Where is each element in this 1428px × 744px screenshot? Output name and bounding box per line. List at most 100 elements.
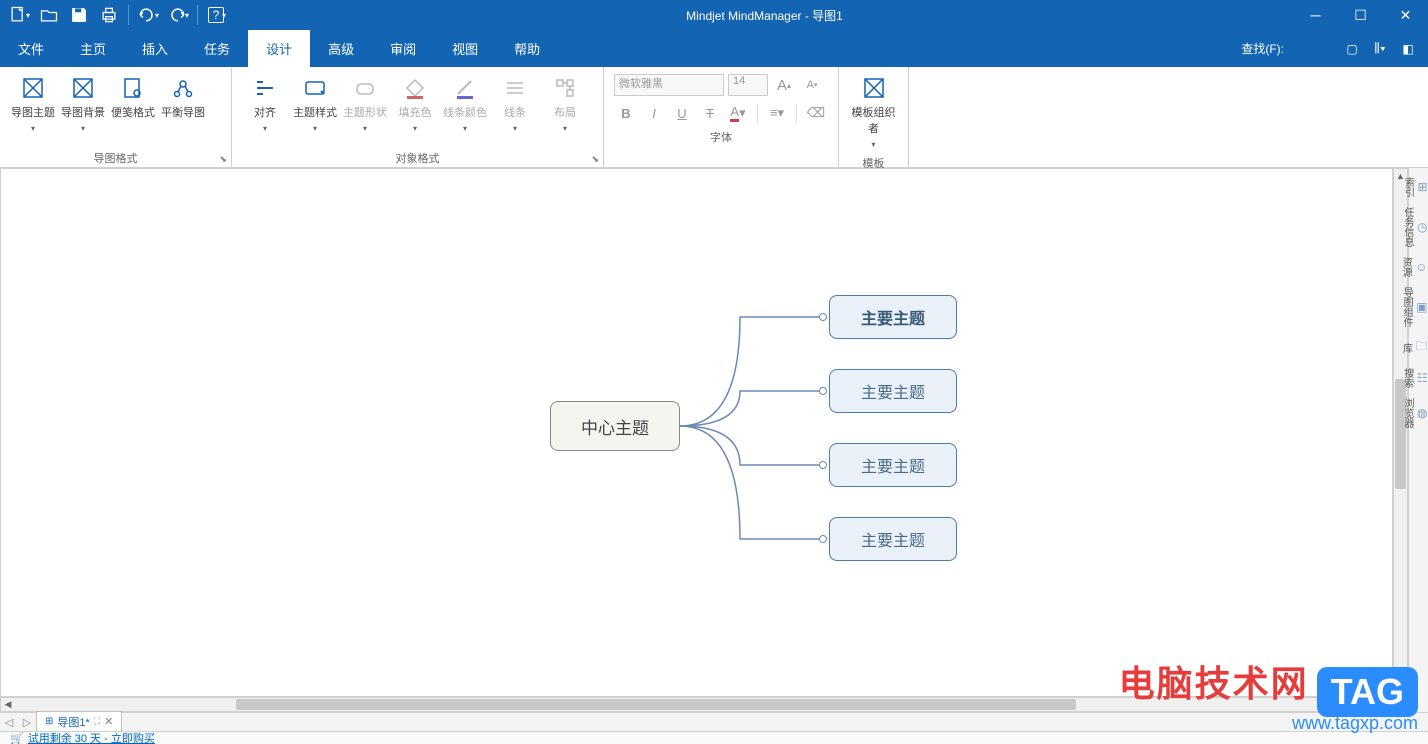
status-bar: 🛒 试用剩余 30 天 - 立即购买: [0, 731, 1428, 744]
tab-scroll-right[interactable]: ▷: [18, 716, 36, 729]
layout-button[interactable]: 布局▾: [540, 72, 590, 137]
group-label: 导图格式: [94, 150, 138, 166]
trial-link[interactable]: 试用剩余 30 天 - 立即购买: [28, 731, 155, 744]
side-tab-search[interactable]: ☷搜索: [1410, 364, 1428, 392]
tab-task[interactable]: 任务: [186, 30, 248, 67]
main-topic-2[interactable]: 主要主题: [829, 369, 957, 413]
horizontal-scrollbar[interactable]: ◀ ▶: [0, 697, 1393, 712]
line-color-button[interactable]: 线条颜色▾: [440, 72, 490, 137]
font-color-button[interactable]: A▾: [726, 102, 750, 124]
new-doc-button[interactable]: ▾: [5, 1, 33, 29]
ribbon-tabs: 文件 主页 插入 任务 设计 高级 审阅 视图 帮助 查找(F): ▢ ⫼▾ ◧: [0, 30, 1428, 67]
library-icon: 🗀: [1415, 337, 1427, 358]
index-icon: ⊞: [1417, 180, 1427, 194]
scroll-right-icon[interactable]: ▶: [1378, 698, 1392, 711]
scrollbar-thumb[interactable]: [1395, 379, 1406, 489]
maximize-button[interactable]: ☐: [1338, 0, 1383, 30]
align-button[interactable]: 对齐▾: [240, 72, 290, 137]
strikethrough-button[interactable]: T: [698, 102, 722, 124]
document-tab-label: 导图1*: [57, 714, 89, 730]
search-label[interactable]: 查找(F):: [1241, 40, 1284, 57]
connector-dot: [819, 535, 827, 543]
tab-home[interactable]: 主页: [62, 30, 124, 67]
template-organizer-button[interactable]: 模板组织者▾: [849, 72, 899, 153]
map-background-button[interactable]: 导图背景▾: [58, 72, 108, 137]
side-tab-index[interactable]: ⊞索引: [1410, 173, 1428, 201]
italic-button[interactable]: I: [642, 102, 666, 124]
connector-dot: [819, 387, 827, 395]
map-icon: ⊞: [45, 716, 53, 727]
shrink-font-icon[interactable]: A▾: [800, 74, 824, 96]
window-controls: ─ ☐ ✕: [1293, 0, 1428, 30]
window-title: Mindjet MindManager - 导图1: [236, 7, 1293, 24]
print-button[interactable]: [95, 1, 123, 29]
align-text-button[interactable]: ≡▾: [765, 102, 789, 124]
view-options-icon[interactable]: ⫼▾: [1370, 39, 1390, 59]
group-map-format: 导图主题▾ 导图背景▾ 便笺格式 平衡导图 导图格式 ⬊: [0, 67, 232, 167]
cart-icon: 🛒: [10, 732, 24, 744]
side-panel: ⊞索引 ◷任务信息 ☺资源 ▣导图组件 🗀库 ☷搜索 ◍浏览器: [1408, 168, 1428, 712]
clear-format-button[interactable]: ⌫: [804, 102, 828, 124]
dialog-launcher-icon[interactable]: ⬊: [219, 154, 227, 165]
tab-review[interactable]: 审阅: [372, 30, 434, 67]
scroll-left-icon[interactable]: ◀: [1, 698, 15, 711]
main-topic-4[interactable]: 主要主题: [829, 517, 957, 561]
fill-color-button[interactable]: 填充色▾: [390, 72, 440, 137]
group-label: 对象格式: [396, 150, 440, 166]
ribbon: 导图主题▾ 导图背景▾ 便笺格式 平衡导图 导图格式 ⬊ 对齐▾ 主题样式▾ 主题…: [0, 67, 1428, 168]
tab-help[interactable]: 帮助: [496, 30, 558, 67]
tab-scroll-left[interactable]: ◁: [0, 716, 18, 729]
quick-format-button[interactable]: 便笺格式: [108, 72, 158, 124]
topic-shape-button[interactable]: 主题形状▾: [340, 72, 390, 137]
grow-font-icon[interactable]: A▴: [772, 74, 796, 96]
side-tab-library[interactable]: 🗀库: [1410, 333, 1428, 362]
scroll-down-icon[interactable]: ▼: [1394, 682, 1407, 696]
main-topic-3[interactable]: 主要主题: [829, 443, 957, 487]
bold-button[interactable]: B: [614, 102, 638, 124]
close-button[interactable]: ✕: [1383, 0, 1428, 30]
panel-toggle-icon[interactable]: ◧: [1398, 39, 1418, 59]
group-label: 字体: [710, 129, 732, 145]
quick-access-toolbar: ▾ ▾ ▾ ?▾: [0, 1, 236, 29]
vertical-scrollbar[interactable]: ▲ ▼: [1393, 168, 1408, 697]
balance-map-button[interactable]: 平衡导图: [158, 72, 208, 124]
map-theme-button[interactable]: 导图主题▾: [8, 72, 58, 137]
title-bar: ▾ ▾ ▾ ?▾ Mindjet MindManager - 导图1 ─ ☐ ✕: [0, 0, 1428, 30]
font-name-select[interactable]: 微软雅黑: [614, 74, 724, 96]
document-tab[interactable]: ⊞ 导图1* ⛶ ✕: [36, 711, 122, 732]
parts-icon: ▣: [1416, 300, 1427, 314]
side-tab-map-parts[interactable]: ▣导图组件: [1410, 283, 1428, 331]
document-tab-bar: ◁ ▷ ⊞ 导图1* ⛶ ✕: [0, 712, 1428, 731]
connector-dot: [819, 313, 827, 321]
underline-button[interactable]: U: [670, 102, 694, 124]
font-size-select[interactable]: 14: [728, 74, 768, 96]
minimize-button[interactable]: ─: [1293, 0, 1338, 30]
group-font: 微软雅黑 14 A▴ A▾ B I U T A▾ ≡▾ ⌫ 字体: [604, 67, 839, 167]
browser-icon: ◍: [1417, 406, 1427, 420]
topic-style-button[interactable]: 主题样式▾: [290, 72, 340, 137]
central-topic[interactable]: 中心主题: [550, 401, 680, 451]
tab-insert[interactable]: 插入: [124, 30, 186, 67]
dialog-launcher-icon[interactable]: ⬊: [591, 154, 599, 165]
workspace: 中心主题 主要主题 主要主题 主要主题 主要主题 ▲ ▼ ◀ ▶: [0, 168, 1408, 712]
main-topic-1[interactable]: 主要主题: [829, 295, 957, 339]
expand-tab-icon[interactable]: ⛶: [94, 716, 100, 727]
help-button[interactable]: ?▾: [203, 1, 231, 29]
lines-button[interactable]: 线条▾: [490, 72, 540, 137]
side-tab-browser[interactable]: ◍浏览器: [1410, 394, 1428, 432]
tab-advanced[interactable]: 高级: [310, 30, 372, 67]
save-button[interactable]: [65, 1, 93, 29]
map-canvas[interactable]: 中心主题 主要主题 主要主题 主要主题 主要主题: [0, 168, 1393, 697]
redo-button[interactable]: ▾: [164, 1, 192, 29]
clock-icon: ◷: [1417, 220, 1427, 234]
side-tab-task-info[interactable]: ◷任务信息: [1410, 203, 1428, 251]
undo-button[interactable]: ▾: [134, 1, 162, 29]
scrollbar-thumb[interactable]: [236, 699, 1076, 710]
side-tab-resources[interactable]: ☺资源: [1410, 253, 1428, 281]
tab-design[interactable]: 设计: [248, 30, 310, 67]
open-button[interactable]: [35, 1, 63, 29]
collapse-ribbon-icon[interactable]: ▢: [1342, 39, 1362, 59]
tab-view[interactable]: 视图: [434, 30, 496, 67]
close-tab-icon[interactable]: ✕: [104, 715, 113, 728]
tab-file[interactable]: 文件: [0, 30, 62, 67]
